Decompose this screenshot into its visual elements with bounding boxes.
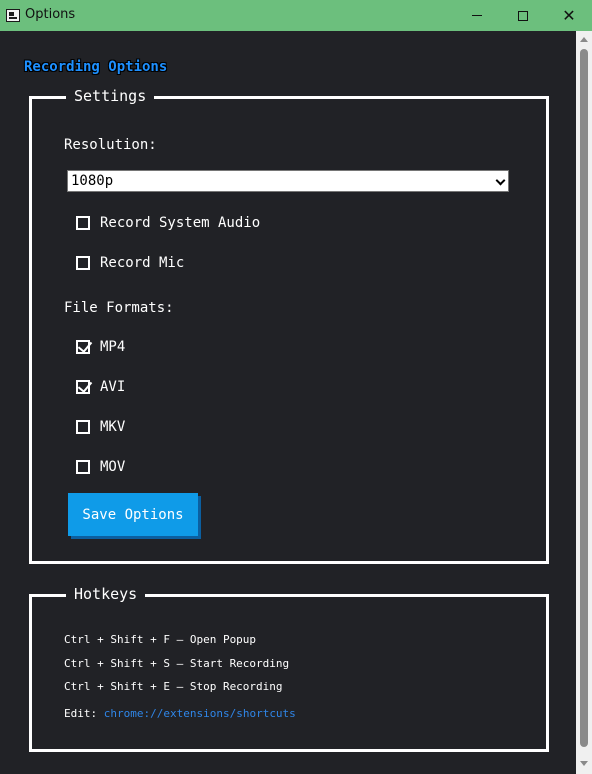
format-mkv-label: MKV [100,419,126,435]
format-mov-checkbox[interactable] [76,460,90,474]
hotkey-open-popup: Ctrl + Shift + F — Open Popup [64,633,257,646]
format-mkv-checkbox[interactable] [76,420,90,434]
format-mov-label: MOV [100,459,126,475]
chevron-down-icon [495,175,506,186]
scrollbar-thumb[interactable] [580,49,588,747]
resolution-label: Resolution: [64,137,157,153]
record-mic-label: Record Mic [100,255,185,271]
close-button[interactable]: ✕ [546,0,592,31]
shortcuts-link[interactable]: chrome://extensions/shortcuts [104,707,296,720]
file-formats-label: File Formats: [64,300,174,316]
format-avi-option[interactable]: AVI [76,379,125,395]
format-mov-option[interactable]: MOV [76,459,125,475]
hotkeys-fieldset: Hotkeys [29,585,549,752]
format-mp4-option[interactable]: MP4 [76,339,125,355]
hotkey-stop-recording: Ctrl + Shift + E — Stop Recording [64,680,283,693]
format-mkv-option[interactable]: MKV [76,419,125,435]
hotkey-edit-label: Edit: [64,707,98,720]
record-system-audio-option[interactable]: Record System Audio [76,215,260,231]
resolution-select[interactable]: 1080p [67,170,509,192]
page-heading: Recording Options [24,59,168,75]
save-options-button[interactable]: Save Options [68,493,198,536]
format-avi-label: AVI [100,379,126,395]
scroll-down-arrow-icon[interactable] [580,761,588,766]
minimize-icon [472,15,482,16]
window-title: Options [25,7,76,22]
record-mic-checkbox[interactable] [76,256,90,270]
hotkey-start-recording: Ctrl + Shift + S — Start Recording [64,657,290,670]
format-mp4-checkbox[interactable] [76,340,90,354]
format-mp4-label: MP4 [100,339,126,355]
settings-legend: Settings [66,87,155,105]
resolution-value: 1080p [71,173,114,189]
record-system-audio-checkbox[interactable] [76,216,90,230]
record-system-audio-label: Record System Audio [100,215,261,231]
hotkey-edit-row: Edit: chrome://extensions/shortcuts [64,707,296,720]
record-mic-option[interactable]: Record Mic [76,255,184,271]
minimize-button[interactable] [454,0,500,31]
hotkeys-legend: Hotkeys [66,585,146,603]
title-bar: Options ✕ [0,0,592,31]
scroll-up-arrow-icon[interactable] [580,37,588,42]
maximize-button[interactable] [500,0,546,31]
format-avi-checkbox[interactable] [76,380,90,394]
app-icon [6,9,20,22]
maximize-icon [518,10,528,21]
close-icon: ✕ [562,6,576,25]
vertical-scrollbar[interactable] [576,31,592,774]
